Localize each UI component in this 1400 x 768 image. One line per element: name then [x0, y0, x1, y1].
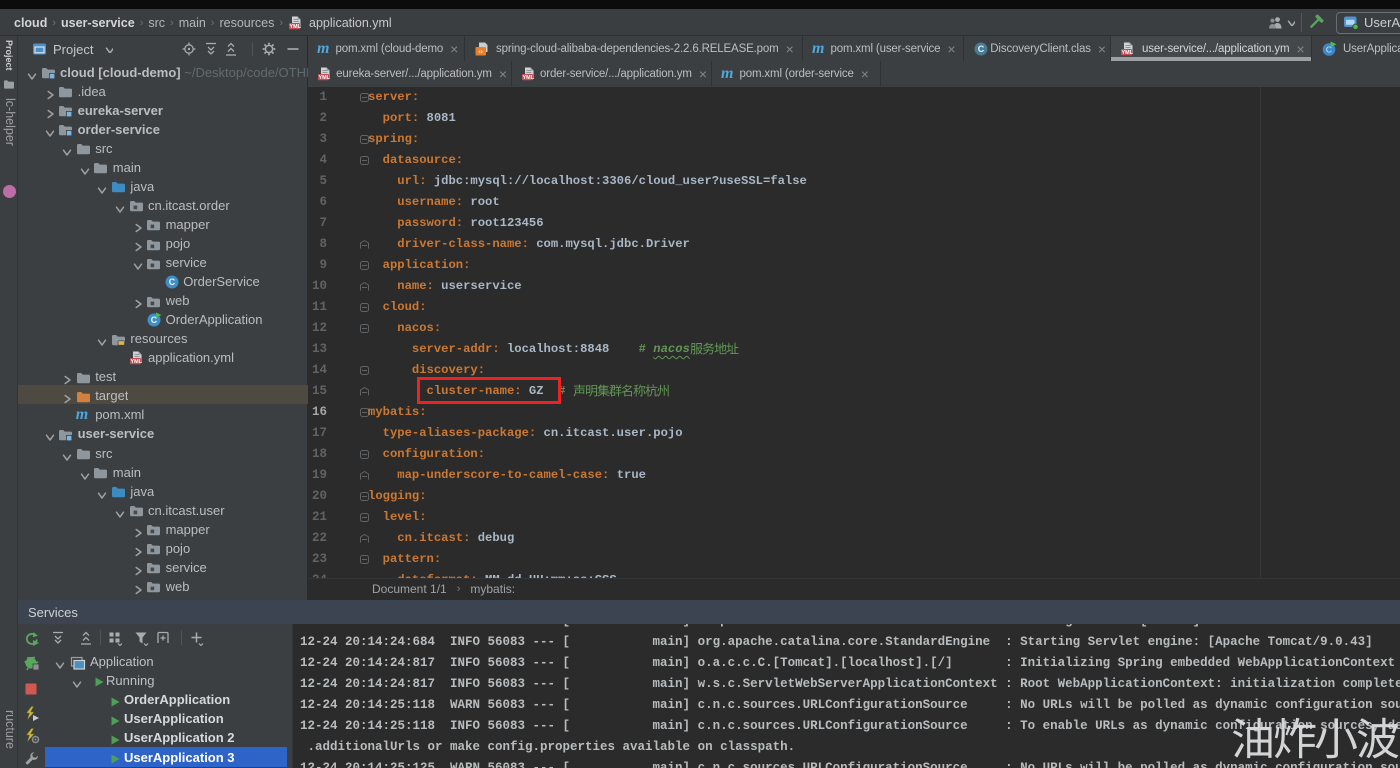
svg-text:YML: YML: [319, 75, 331, 81]
svg-text:C: C: [168, 277, 175, 287]
svg-text:YML: YML: [1122, 50, 1134, 56]
svg-text:YML: YML: [290, 24, 302, 30]
svg-text:YML: YML: [130, 359, 142, 365]
svg-text:C: C: [978, 44, 985, 54]
svg-text:YML: YML: [523, 75, 535, 81]
svg-text:‹›: ‹›: [479, 48, 483, 55]
